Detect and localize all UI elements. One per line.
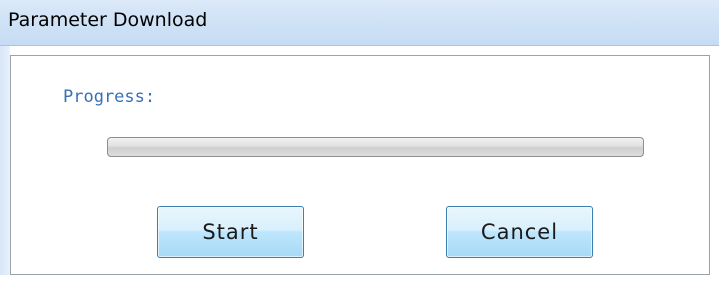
window-left-border xyxy=(0,46,10,289)
progress-bar xyxy=(107,137,644,157)
window-title: Parameter Download xyxy=(8,9,208,31)
title-bar[interactable]: Parameter Download xyxy=(0,0,719,46)
start-button[interactable]: Start xyxy=(157,206,304,258)
start-button-label: Start xyxy=(202,220,259,244)
window-bottom-border xyxy=(0,275,719,289)
parameter-download-dialog: Parameter Download Progress: Start Cance… xyxy=(0,0,719,289)
cancel-button-label: Cancel xyxy=(480,220,559,244)
progress-label: Progress: xyxy=(63,87,156,107)
cancel-button[interactable]: Cancel xyxy=(446,206,593,258)
